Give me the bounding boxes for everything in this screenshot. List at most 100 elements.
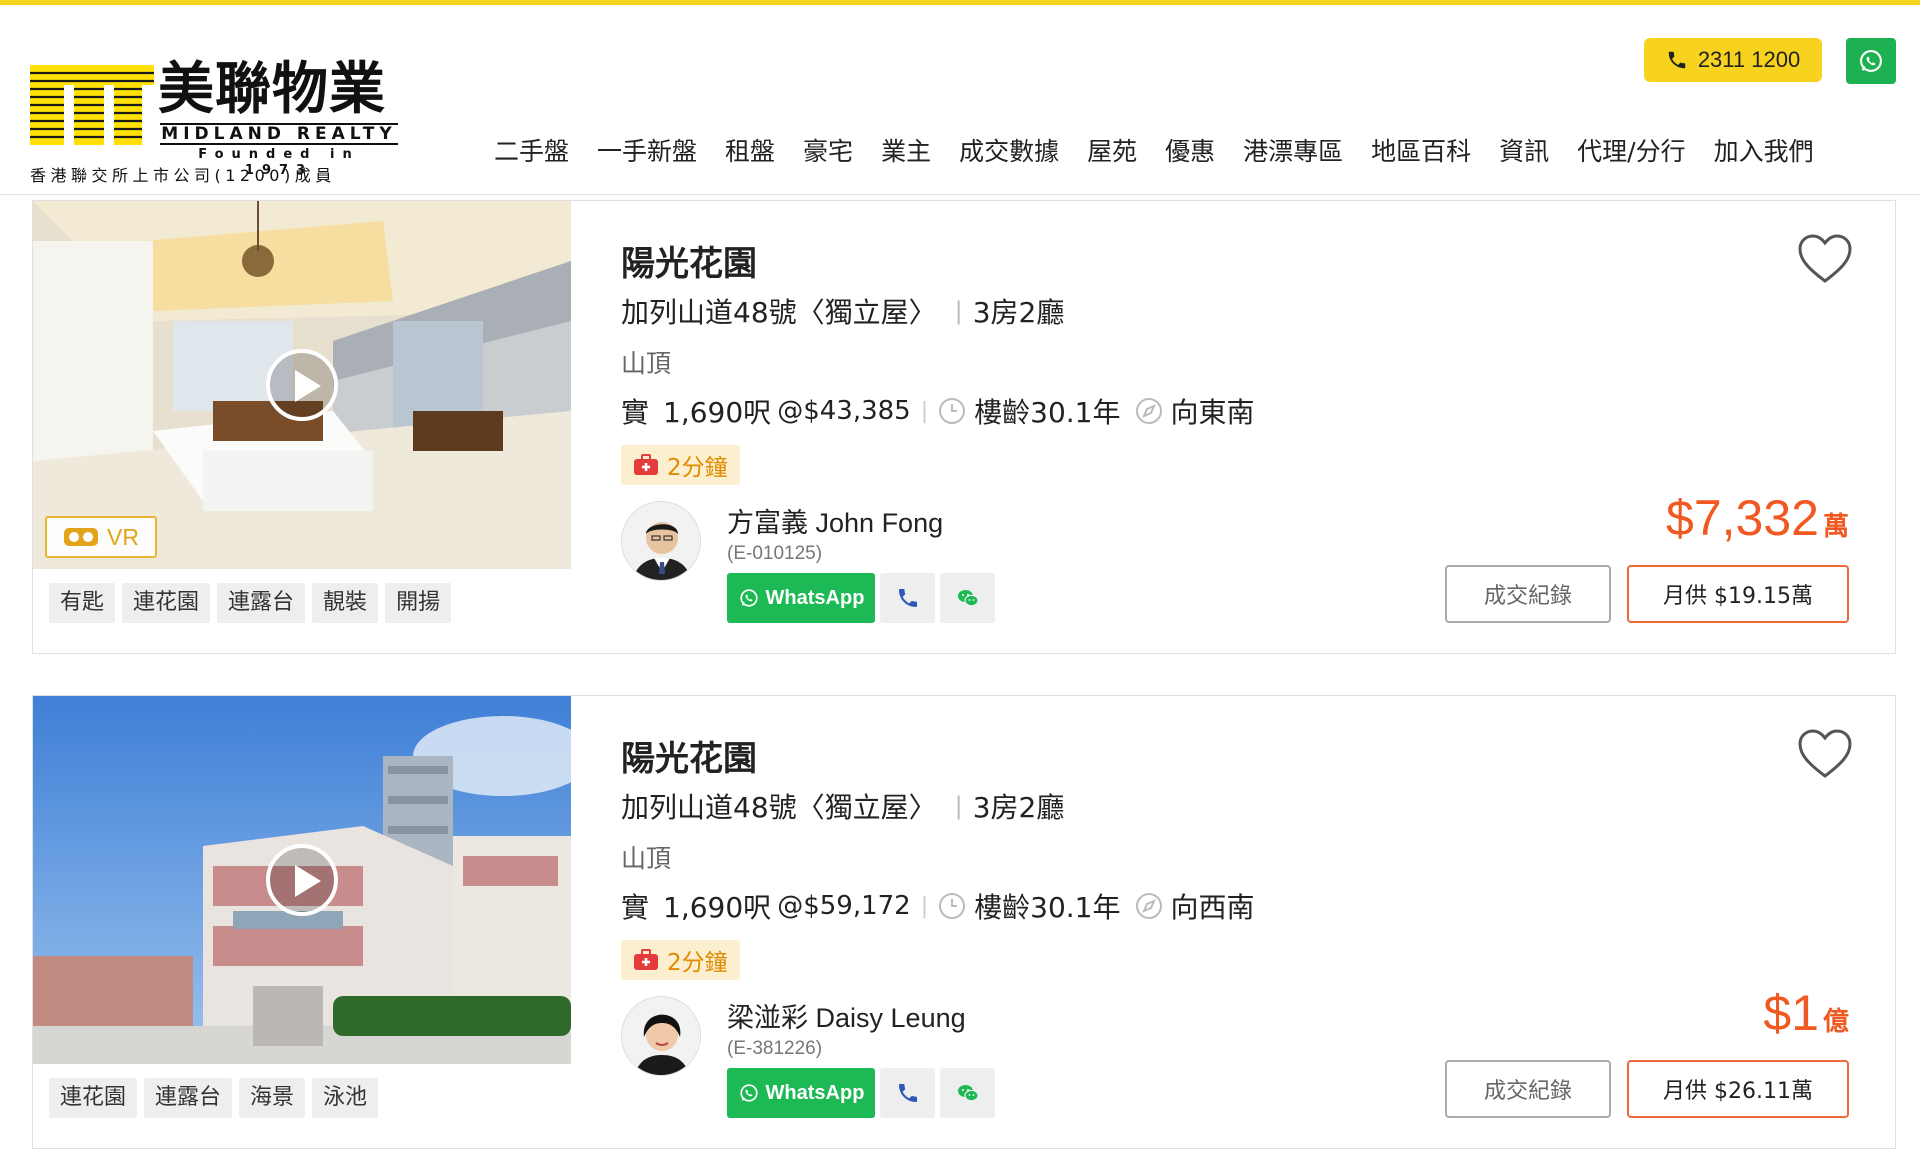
room-layout: 3房2廳: [972, 296, 1065, 329]
address-text: 加列山道48號〈獨立屋〉: [621, 791, 937, 824]
listing-card[interactable]: VR 有匙 連花園 連露台 靚裝 開揚 陽光花園 加列山道48號〈獨立屋〉 | …: [32, 200, 1896, 654]
first-aid-icon: [634, 454, 658, 475]
saleable-area: 1,690呎: [663, 396, 772, 429]
main-nav: 二手盤 一手新盤 租盤 豪宅 業主 成交數據 屋苑 優惠 港漂專區 地區百科 資…: [480, 130, 1828, 174]
nav-item-estates[interactable]: 屋苑: [1073, 130, 1151, 174]
address-text: 加列山道48號〈獨立屋〉: [621, 296, 937, 329]
agent-avatar[interactable]: [621, 996, 701, 1076]
feature-tag: 開揚: [385, 583, 452, 623]
whatsapp-icon: [739, 1084, 758, 1102]
hotline-number: 2311 1200: [1697, 47, 1801, 72]
transaction-record-button[interactable]: 成交紀錄: [1445, 565, 1611, 623]
whatsapp-agent-button[interactable]: WhatsApp: [727, 1068, 875, 1118]
feature-tag: 連露台: [144, 1078, 233, 1118]
mortgage-button[interactable]: 月供 $19.15萬: [1627, 565, 1849, 623]
divider: |: [954, 792, 963, 820]
whatsapp-label: WhatsApp: [765, 586, 865, 609]
phone-icon: [898, 1084, 917, 1102]
nav-item-transactions[interactable]: 成交數據: [945, 130, 1073, 174]
wechat-icon: [957, 1085, 979, 1102]
wechat-icon: [957, 590, 979, 607]
listing-photo[interactable]: [33, 696, 571, 1064]
call-agent-button[interactable]: [880, 573, 935, 623]
agent-name-en: Daisy Leung: [815, 1003, 966, 1033]
unit-price: @$59,172: [777, 891, 911, 921]
hotline-button[interactable]: 2311 1200: [1644, 38, 1822, 82]
logo-english-name: MIDLAND REALTY: [160, 123, 398, 145]
compass-icon: [1135, 893, 1162, 919]
nav-item-new-homes[interactable]: 一手新盤: [583, 130, 711, 174]
midland-logo[interactable]: 美聯物業 MIDLAND REALTY Founded in 1973 香港聯交…: [30, 57, 400, 189]
vr-goggles-icon: [64, 528, 99, 546]
divider: |: [920, 398, 929, 424]
listing-title[interactable]: 陽光花園: [621, 731, 757, 780]
nav-item-luxury[interactable]: 豪宅: [789, 130, 867, 174]
listing-specs: 實 1,690呎 @$59,172 | 樓齡30.1年 向西南: [621, 886, 1255, 926]
site-header: 美聯物業 MIDLAND REALTY Founded in 1973 香港聯交…: [0, 5, 1920, 195]
travel-time-text: 2分鐘: [667, 950, 728, 976]
first-aid-icon: [634, 949, 658, 970]
listing-photo[interactable]: VR: [33, 201, 571, 569]
whatsapp-agent-button[interactable]: WhatsApp: [727, 573, 875, 623]
feature-tag: 泳池: [312, 1078, 379, 1118]
travel-time-badge: 2分鐘: [621, 445, 740, 485]
listing-district: 山頂: [621, 844, 672, 873]
divider: |: [954, 297, 963, 325]
listing-price: $1 億: [1763, 984, 1849, 1042]
saleable-area: 1,690呎: [663, 891, 772, 924]
transaction-record-button[interactable]: 成交紀錄: [1445, 1060, 1611, 1118]
call-agent-button[interactable]: [880, 1068, 935, 1118]
logo-mark-icon: [30, 65, 154, 145]
listing-title[interactable]: 陽光花園: [621, 236, 757, 285]
agent-portrait: [622, 502, 700, 580]
agent-license: (E-381226): [727, 1038, 823, 1059]
favorite-heart-icon[interactable]: [1797, 728, 1853, 780]
wechat-agent-button[interactable]: [940, 573, 995, 623]
feature-tag: 海景: [239, 1078, 306, 1118]
play-video-button[interactable]: [266, 349, 338, 421]
nav-item-agents-branches[interactable]: 代理/分行: [1563, 130, 1699, 174]
phone-icon: [1668, 51, 1686, 69]
nav-item-second-hand[interactable]: 二手盤: [480, 130, 583, 174]
favorite-heart-icon[interactable]: [1797, 233, 1853, 285]
compass-icon: [1135, 398, 1162, 424]
listing-address: 加列山道48號〈獨立屋〉 | 3房2廳: [621, 291, 1064, 331]
vr-label: VR: [107, 523, 139, 550]
agent-name-cn: 方富義: [727, 508, 808, 539]
nav-item-offers[interactable]: 優惠: [1151, 130, 1229, 174]
agent-contact-actions: WhatsApp: [727, 573, 995, 623]
feature-tag: 有匙: [49, 583, 116, 623]
agent-name-en: John Fong: [815, 508, 944, 538]
feature-tag: 連花園: [122, 583, 211, 623]
listing-specs: 實 1,690呎 @$43,385 | 樓齡30.1年 向東南: [621, 391, 1255, 431]
header-whatsapp-button[interactable]: [1846, 38, 1896, 84]
price-unit: 億: [1822, 1007, 1849, 1037]
whatsapp-icon: [1860, 50, 1882, 72]
building-age: 樓齡30.1年: [974, 891, 1121, 924]
vr-badge[interactable]: VR: [45, 516, 157, 558]
feature-tags: 連花園 連露台 海景 泳池: [49, 1078, 379, 1118]
agent-name[interactable]: 方富義 John Fong: [727, 501, 943, 540]
nav-item-rent[interactable]: 租盤: [711, 130, 789, 174]
listing-district: 山頂: [621, 349, 672, 378]
agent-contact-actions: WhatsApp: [727, 1068, 995, 1118]
agent-name[interactable]: 梁湴彩 Daisy Leung: [727, 996, 966, 1035]
play-video-button[interactable]: [266, 844, 338, 916]
feature-tags: 有匙 連花園 連露台 靚裝 開揚: [49, 583, 452, 623]
agent-avatar[interactable]: [621, 501, 701, 581]
nav-item-district-wiki[interactable]: 地區百科: [1357, 130, 1485, 174]
agent-name-cn: 梁湴彩: [727, 1003, 808, 1034]
nav-item-news[interactable]: 資訊: [1485, 130, 1563, 174]
nav-item-join-us[interactable]: 加入我們: [1700, 130, 1828, 174]
facing-direction: 向西南: [1170, 891, 1255, 924]
listing-address: 加列山道48號〈獨立屋〉 | 3房2廳: [621, 786, 1064, 826]
area-prefix: 實: [621, 891, 650, 924]
building-age: 樓齡30.1年: [974, 396, 1121, 429]
nav-item-owner[interactable]: 業主: [867, 130, 945, 174]
wechat-agent-button[interactable]: [940, 1068, 995, 1118]
nav-item-newcomers[interactable]: 港漂專區: [1229, 130, 1357, 174]
listing-card[interactable]: 連花園 連露台 海景 泳池 陽光花園 加列山道48號〈獨立屋〉 | 3房2廳 山…: [32, 695, 1896, 1149]
travel-time-badge: 2分鐘: [621, 940, 740, 980]
room-layout: 3房2廳: [972, 791, 1065, 824]
mortgage-button[interactable]: 月供 $26.11萬: [1627, 1060, 1849, 1118]
